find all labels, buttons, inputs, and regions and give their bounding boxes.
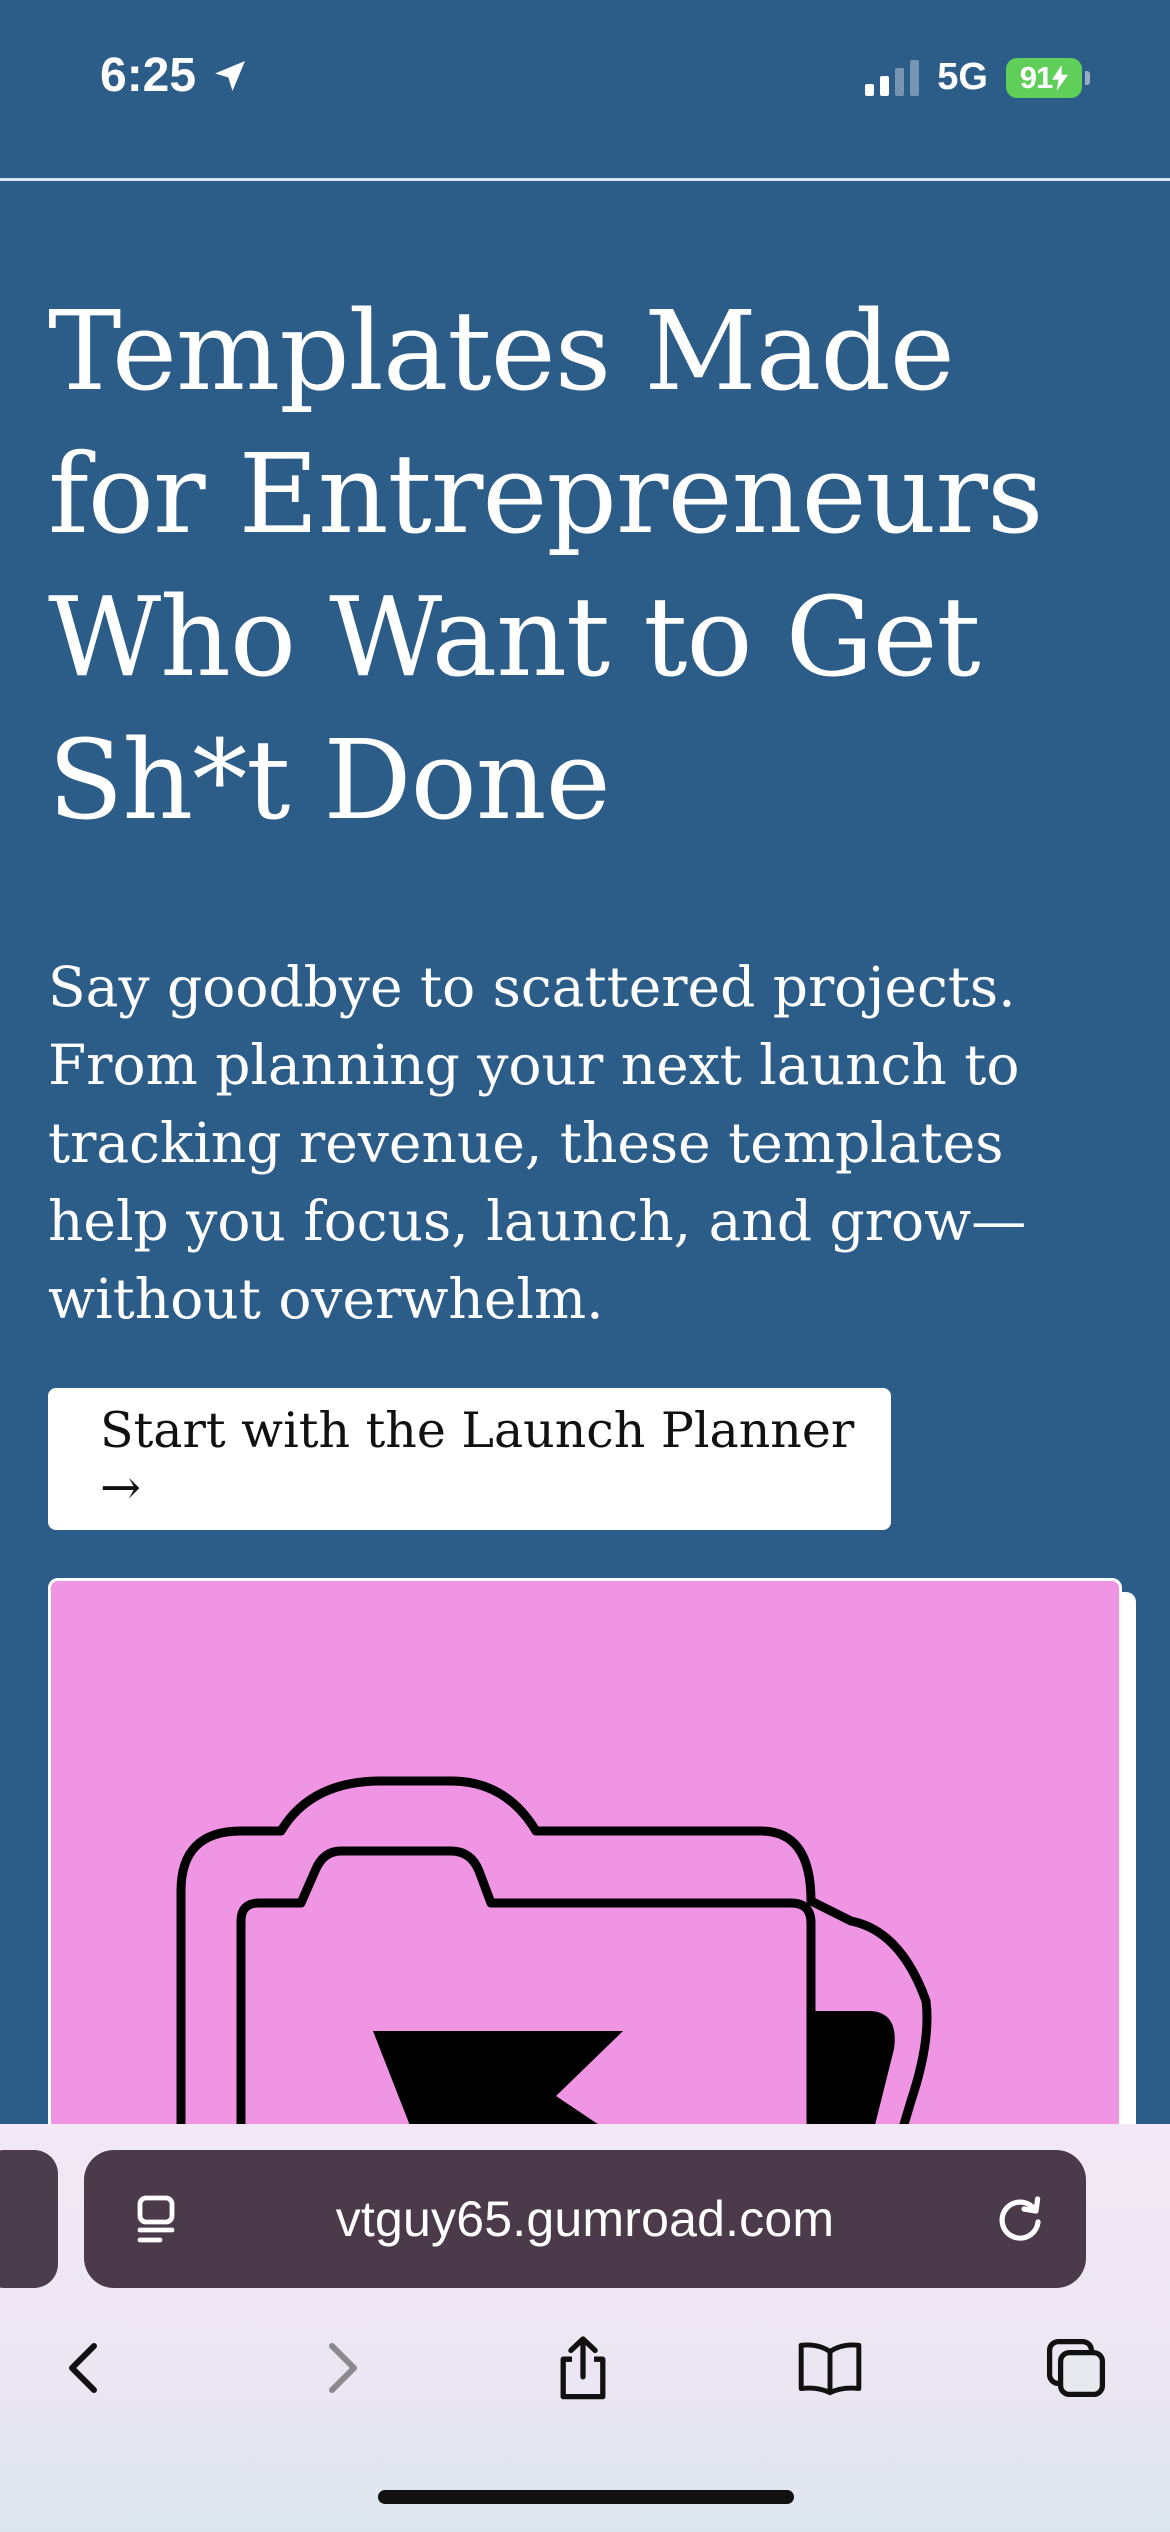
header-divider — [0, 178, 1170, 181]
reload-icon[interactable] — [992, 2192, 1048, 2248]
bookmarks-button[interactable] — [790, 2328, 870, 2408]
status-time-group: 6:25 — [100, 48, 250, 103]
tabs-icon — [1046, 2338, 1106, 2398]
launch-planner-button[interactable]: Start with the Launch Planner → — [48, 1388, 891, 1530]
home-indicator[interactable] — [378, 2490, 794, 2504]
address-bar[interactable]: vtguy65.gumroad.com — [84, 2150, 1086, 2288]
tabs-button[interactable] — [1036, 2328, 1116, 2408]
bookmarks-icon — [798, 2342, 862, 2396]
status-indicators: 5G 91 — [865, 56, 1090, 99]
back-button[interactable] — [46, 2328, 126, 2408]
battery-icon: 91 — [1006, 57, 1090, 98]
reader-icon[interactable] — [130, 2192, 186, 2248]
charging-bolt-icon — [1052, 64, 1069, 91]
share-icon — [560, 2336, 606, 2400]
share-button[interactable] — [543, 2328, 623, 2408]
signal-icon — [865, 59, 920, 96]
forward-icon — [329, 2343, 357, 2393]
screen: 6:25 5G 91 Templates Made for Entreprene… — [0, 0, 1170, 2532]
status-time: 6:25 — [100, 49, 197, 102]
back-icon — [69, 2343, 97, 2393]
battery-level: 91 — [1019, 59, 1053, 95]
launch-planner-button-label: Start with the Launch Planner → — [100, 1402, 855, 1516]
status-bar: 6:25 5G 91 — [0, 0, 1170, 178]
browser-toolbar — [0, 2310, 1170, 2420]
previous-tab[interactable] — [0, 2150, 58, 2288]
forward-button[interactable] — [300, 2328, 380, 2408]
network-label: 5G — [937, 56, 988, 98]
hero-title: Templates Made for Entrepreneurs Who Wan… — [48, 287, 1043, 844]
hero-description: Say goodbye to scattered projects. From … — [48, 955, 1027, 1331]
location-arrow-icon — [215, 60, 246, 91]
url-text: vtguy65.gumroad.com — [335, 2191, 835, 2247]
